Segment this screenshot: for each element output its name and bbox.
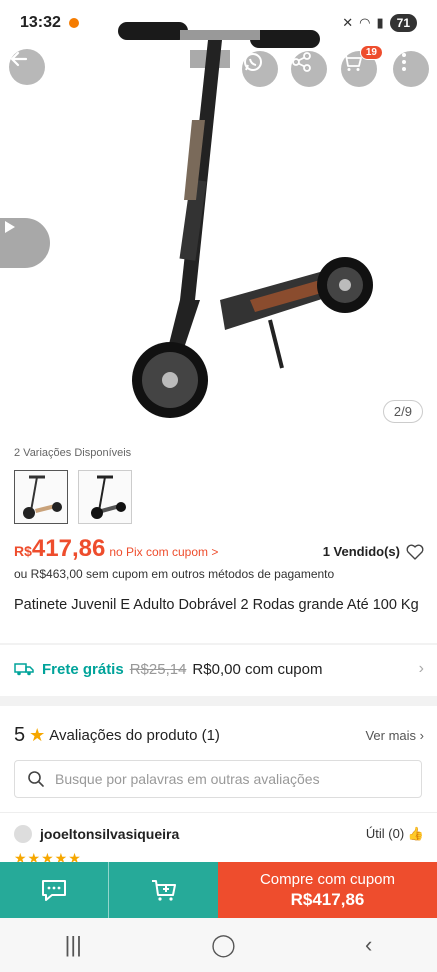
search-placeholder: Busque por palavras em outras avaliações <box>55 771 320 787</box>
useful-button[interactable]: Útil (0) 👍 <box>366 826 424 842</box>
variation-image <box>23 475 62 519</box>
variation-thumbnail-1[interactable] <box>14 470 68 524</box>
home-button[interactable]: ◯ <box>211 932 236 958</box>
notification-dot-icon <box>68 18 79 28</box>
heart-icon[interactable] <box>406 544 424 560</box>
price: R$417,86 <box>14 535 105 563</box>
see-more-label: Ver mais <box>365 728 417 743</box>
back-arrow-icon <box>10 51 28 67</box>
shipping-new-price: R$0,00 com cupom <box>192 660 323 678</box>
share-icon <box>292 52 311 72</box>
bottom-action-bar: Compre com cupom R$417,86 <box>0 862 437 918</box>
review-author-row: jooeltonsilvasiqueira Útil (0) 👍 <box>14 825 424 843</box>
sold-label: 1 Vendido(s) <box>322 544 400 559</box>
add-to-cart-button[interactable] <box>109 862 218 918</box>
play-video-button[interactable] <box>0 218 50 268</box>
avatar <box>14 825 32 843</box>
section-divider <box>0 696 437 706</box>
chat-button[interactable] <box>0 862 109 918</box>
rating-value: 5 <box>14 724 26 746</box>
system-nav-bar: ||| ◯ ‹ <box>0 918 437 972</box>
reviews-title: Avaliações do produto (1) <box>49 727 220 744</box>
variation-thumbnail-2[interactable] <box>78 470 132 524</box>
chevron-right-icon: › <box>418 660 424 677</box>
image-counter: 2/9 <box>382 400 423 423</box>
battery-indicator: 71 <box>389 14 417 32</box>
system-back-button[interactable]: ‹ <box>365 932 372 958</box>
shipping-row[interactable]: Frete grátis R$25,14 R$0,00 com cupom › <box>14 660 424 678</box>
thumbs-up-icon: 👍 <box>407 826 424 841</box>
section-divider <box>0 812 437 813</box>
useful-label: Útil (0) <box>365 826 405 841</box>
alternative-price: ou R$463,00 sem cupom em outros métodos … <box>14 567 335 581</box>
add-to-cart-icon <box>151 880 176 901</box>
free-shipping-label: Frete grátis <box>42 660 124 678</box>
variations-label: 2 Variações Disponíveis <box>14 447 132 459</box>
cart-button[interactable]: 19 <box>341 45 383 87</box>
truck-icon <box>14 663 34 676</box>
product-image-gallery[interactable]: 19 2/9 <box>0 0 437 440</box>
review-search-input[interactable]: Busque por palavras em outras avaliações <box>14 760 422 798</box>
recent-apps-button[interactable]: ||| <box>65 932 82 958</box>
reviews-header: 5 ★ Avaliações do produto (1) Ver mais › <box>14 724 424 747</box>
cart-badge: 19 <box>359 45 383 60</box>
status-time: 13:32 <box>20 14 61 31</box>
star-icon: ★ <box>29 725 46 745</box>
status-bar: 13:32 ✕ ◠ ▮ 71 <box>0 0 437 46</box>
pix-coupon-link[interactable]: no Pix com cupom > <box>109 545 218 559</box>
status-icons: ✕ ◠ ▮ 71 <box>342 14 417 32</box>
search-icon <box>28 771 44 787</box>
review-username: jooeltonsilvasiqueira <box>40 826 180 842</box>
signal-icon: ▮ <box>376 15 384 30</box>
price-value: 417,86 <box>31 535 106 562</box>
wifi-icon: ◠ <box>359 15 371 30</box>
buy-button-price: R$417,86 <box>290 889 365 909</box>
sold-count: 1 Vendido(s) <box>323 544 424 560</box>
section-divider <box>0 643 437 645</box>
variation-image <box>91 475 126 519</box>
chat-icon <box>42 880 66 901</box>
price-currency: R$ <box>14 543 32 559</box>
more-options-button[interactable] <box>393 51 429 87</box>
whatsapp-icon <box>244 53 262 71</box>
whatsapp-button[interactable] <box>242 51 278 87</box>
more-icon <box>402 53 406 71</box>
buy-button-label: Compre com cupom <box>259 870 396 888</box>
play-icon <box>5 221 15 233</box>
back-button[interactable] <box>9 49 45 85</box>
shipping-old-price: R$25,14 <box>129 660 187 678</box>
price-row: R$417,86 no Pix com cupom > 1 Vendido(s) <box>14 535 424 563</box>
see-more-link[interactable]: Ver mais › <box>365 728 424 743</box>
buy-with-coupon-button[interactable]: Compre com cupom R$417,86 <box>218 862 437 918</box>
mute-icon: ✕ <box>342 15 354 30</box>
share-button[interactable] <box>291 51 327 87</box>
product-title: Patinete Juvenil E Adulto Dobrável 2 Rod… <box>14 597 419 613</box>
